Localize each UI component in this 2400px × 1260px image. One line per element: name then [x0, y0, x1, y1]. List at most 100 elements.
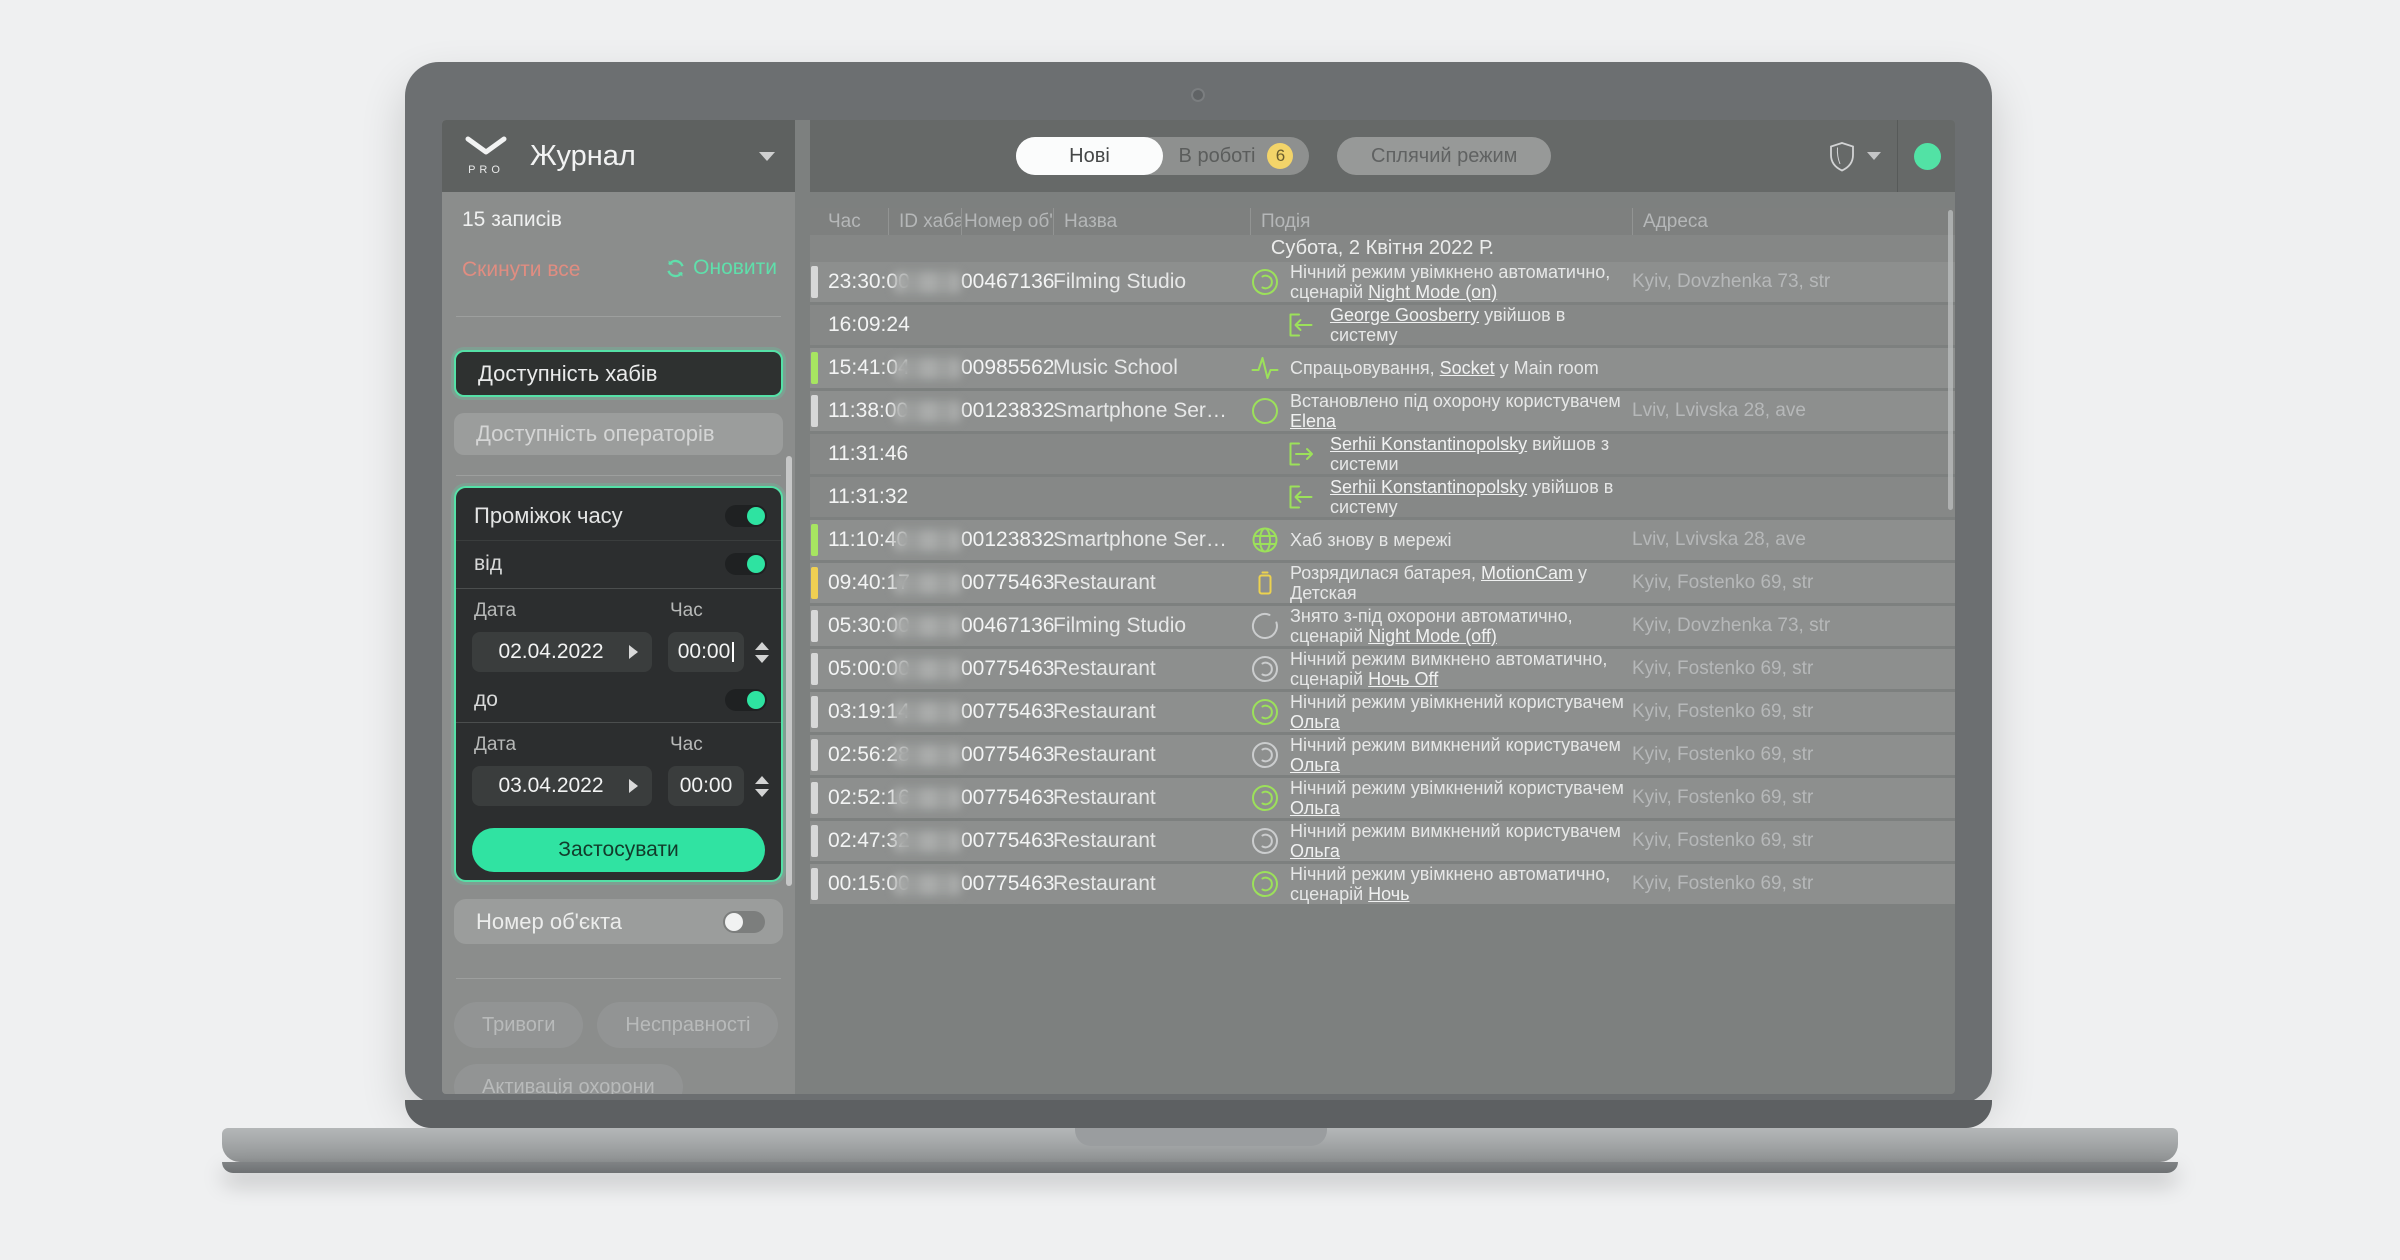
severity-stripe [811, 868, 818, 900]
event-link[interactable]: Ольга [1290, 755, 1340, 775]
table-row[interactable]: 11:31:46Serhii Konstantinopolsky вийшов … [810, 434, 1955, 474]
apply-button[interactable]: Застосувати [472, 828, 765, 872]
from-time-input[interactable]: 00:00 [668, 632, 744, 672]
date-picker-arrow-icon[interactable] [629, 645, 638, 659]
event-icon-cell [1250, 740, 1290, 770]
event-description: Нічний режим увімкнено автоматично, сцен… [1290, 864, 1632, 904]
stepper-up-icon[interactable] [755, 776, 769, 784]
divider [456, 475, 781, 476]
in-progress-count-badge: 6 [1267, 143, 1293, 169]
table-row[interactable]: 02:47:3200775463RestaurantНічний режим в… [810, 821, 1955, 861]
event-text: Нічний режим увімкнено автоматично, сцен… [1290, 864, 1610, 904]
chevron-down-icon[interactable] [759, 152, 775, 161]
sidebar-scrollbar[interactable] [786, 456, 792, 886]
table-row[interactable]: 11:10:4000123832Smartphone Ser…Хаб знову… [810, 520, 1955, 560]
object-number-label: Номер об'єкта [476, 909, 622, 935]
night-mode-off-icon [1250, 654, 1280, 684]
account-menu[interactable] [1829, 141, 1881, 172]
severity-stripe [811, 266, 818, 298]
reset-all-button[interactable]: Скинути все [462, 258, 580, 282]
filter-operators-availability[interactable]: Доступність операторів [454, 413, 783, 455]
to-date-input[interactable]: 03.04.2022 [472, 766, 652, 806]
to-time-stepper[interactable] [754, 766, 770, 806]
table-row[interactable]: 11:38:0000123832Smartphone Ser…Встановле… [810, 391, 1955, 431]
tab-new[interactable]: Нові [1016, 137, 1163, 175]
to-toggle[interactable] [725, 689, 767, 711]
table-row[interactable]: 05:00:0000775463RestaurantНічний режим в… [810, 649, 1955, 689]
event-icon-cell [1250, 611, 1290, 641]
stepper-down-icon[interactable] [755, 655, 769, 663]
from-toggle[interactable] [725, 553, 767, 575]
stepper-down-icon[interactable] [755, 789, 769, 797]
event-description: Нічний режим увімкнено автоматично, сцен… [1290, 262, 1632, 302]
column-header-event: Подія [1250, 208, 1632, 235]
table-row[interactable]: 16:09:24George Goosberry увійшов в систе… [810, 305, 1955, 345]
table-row[interactable]: 00:15:0000775463RestaurantНічний режим у… [810, 864, 1955, 904]
date-separator: Субота, 2 Квітня 2022 Р. [810, 235, 1955, 262]
event-link[interactable]: Serhii Konstantinopolsky [1330, 477, 1527, 497]
hubs-availability-label: Доступність хабів [478, 361, 657, 387]
divider [1897, 120, 1898, 192]
table-row[interactable]: 02:56:2800775463RestaurantНічний режим в… [810, 735, 1955, 775]
event-link[interactable]: Ночь [1368, 884, 1409, 904]
filter-chip[interactable]: Активація охорони [454, 1064, 683, 1094]
sidebar: PRO Журнал 15 записів Скинути все Оновит… [442, 120, 795, 1094]
event-text: Хаб знову в мережі [1290, 530, 1452, 550]
from-time-stepper[interactable] [754, 632, 770, 672]
table-row[interactable]: 03:19:1400775463RestaurantНічний режим у… [810, 692, 1955, 732]
table-row[interactable]: 23:30:0000467136Filming StudioНічний реж… [810, 262, 1955, 302]
object-number-toggle[interactable] [723, 911, 765, 933]
event-link[interactable]: Ольга [1290, 841, 1340, 861]
night-mode-off-icon [1250, 740, 1280, 770]
hub-id-cell [888, 401, 961, 422]
time-range-toggle[interactable] [725, 505, 767, 527]
event-link[interactable]: MotionCam [1481, 563, 1573, 583]
event-link[interactable]: Elena [1290, 411, 1336, 431]
date-picker-arrow-icon[interactable] [629, 779, 638, 793]
hub-id-blurred [894, 659, 960, 680]
refresh-icon [665, 258, 686, 279]
hub-id-blurred [894, 745, 960, 766]
hub-id-blurred [894, 401, 960, 422]
filter-chip[interactable]: Тривоги [454, 1002, 583, 1048]
hub-id-blurred [894, 616, 960, 637]
laptop-camera [1191, 88, 1205, 102]
table-row[interactable]: 11:31:32Serhii Konstantinopolsky увійшов… [810, 477, 1955, 517]
event-link[interactable]: Ночь Off [1368, 669, 1438, 689]
tab-sleep-mode[interactable]: Сплячий режим [1337, 137, 1551, 175]
refresh-button[interactable]: Оновити [665, 256, 777, 280]
severity-stripe [811, 653, 818, 685]
event-time: 11:31:32 [818, 485, 888, 509]
to-time-input[interactable]: 00:00 [668, 766, 744, 806]
event-icon-cell [1250, 697, 1290, 727]
event-link[interactable]: Night Mode (off) [1368, 626, 1497, 646]
filter-object-number[interactable]: Номер об'єкта [454, 899, 783, 944]
event-link[interactable]: Night Mode (on) [1368, 282, 1497, 302]
filter-chip[interactable]: Несправності [597, 1002, 778, 1048]
table-row[interactable]: 15:41:0400985562Music SchoolСпрацьовуван… [810, 348, 1955, 388]
event-link[interactable]: Socket [1440, 358, 1495, 378]
event-description: Serhii Konstantinopolsky вийшов з систем… [1290, 434, 1632, 474]
event-icon-cell [1286, 482, 1326, 512]
main-header: Нові В роботі 6 Сплячий режим [810, 120, 1955, 192]
event-description: Розрядилася батарея, MotionCam у Детская [1290, 563, 1632, 603]
stepper-up-icon[interactable] [755, 642, 769, 650]
from-date-input[interactable]: 02.04.2022 [472, 632, 652, 672]
filter-hubs-availability[interactable]: Доступність хабів [454, 350, 783, 397]
object-number-cell: 00775463 [961, 571, 1053, 595]
event-link[interactable]: Ольга [1290, 712, 1340, 732]
sidebar-header[interactable]: PRO Журнал [442, 120, 795, 192]
event-link[interactable]: George Goosberry [1330, 305, 1479, 325]
table-row[interactable]: 09:40:1700775463RestaurantРозрядилася ба… [810, 563, 1955, 603]
event-link[interactable]: Ольга [1290, 798, 1340, 818]
table-row[interactable]: 05:30:0000467136Filming StudioЗнято з-пі… [810, 606, 1955, 646]
hub-id-blurred [894, 272, 960, 293]
event-link[interactable]: Serhii Konstantinopolsky [1330, 434, 1527, 454]
operator-status-indicator[interactable] [1914, 143, 1941, 170]
event-icon-cell [1250, 525, 1290, 555]
table-row[interactable]: 02:52:1600775463RestaurantНічний режим у… [810, 778, 1955, 818]
table-scrollbar[interactable] [1948, 210, 1953, 510]
tab-in-progress[interactable]: В роботі 6 [1163, 137, 1309, 175]
event-text: у Main room [1495, 358, 1599, 378]
logo-wings-icon [465, 136, 507, 162]
